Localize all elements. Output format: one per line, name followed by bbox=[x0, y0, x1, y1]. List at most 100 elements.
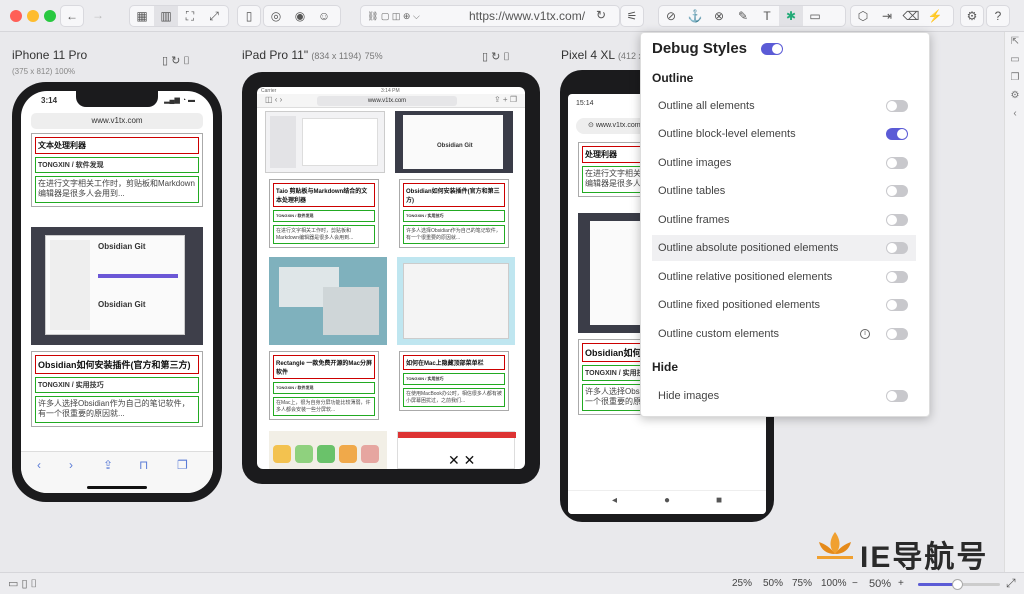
share-icon[interactable]: ⇪ bbox=[103, 458, 113, 472]
screenshot-icon[interactable]: ⌷ bbox=[183, 55, 193, 67]
info-icon[interactable]: i bbox=[860, 329, 870, 339]
toggle-switch[interactable] bbox=[886, 390, 908, 402]
zoom-75[interactable]: 75% bbox=[792, 578, 812, 589]
post-tag[interactable]: TONGXIN / 软件发现 bbox=[273, 382, 375, 394]
sign-in-icon[interactable]: ⇥ bbox=[875, 6, 899, 26]
post-tag[interactable]: TONGXIN / 实用技巧 bbox=[403, 210, 505, 222]
collapse-chevron-icon[interactable]: ‹ bbox=[1009, 108, 1021, 120]
reload-button[interactable]: ↻ bbox=[589, 5, 613, 27]
zoom-in-button[interactable]: + bbox=[898, 578, 904, 589]
post-tag[interactable]: TONGXIN / 软件发现 bbox=[35, 157, 199, 173]
fit-screen-icon[interactable]: ⤢ bbox=[1006, 576, 1016, 591]
forward-icon[interactable]: › bbox=[69, 458, 73, 472]
post-tag[interactable]: TONGXIN / 实用技巧 bbox=[35, 376, 199, 393]
rotate-device-icon[interactable]: ▯ bbox=[482, 51, 491, 63]
horizontal-layout-icon[interactable]: ▥ bbox=[154, 6, 178, 26]
rotate-device-icon[interactable]: ▯ bbox=[162, 55, 171, 67]
toggle-switch[interactable] bbox=[886, 242, 908, 254]
url-text[interactable]: https://www.v1tx.com/ bbox=[469, 6, 585, 26]
option-outline-all[interactable]: Outline all elements bbox=[652, 93, 916, 119]
minimize-window-button[interactable] bbox=[27, 10, 39, 22]
toggle-switch[interactable] bbox=[886, 271, 908, 283]
window-icon[interactable]: ▭ bbox=[1009, 54, 1021, 66]
zoom-slider[interactable] bbox=[918, 579, 1000, 590]
android-home-icon[interactable]: ● bbox=[664, 495, 670, 506]
lightning-icon[interactable]: ⚡ bbox=[923, 6, 947, 26]
zoom-window-button[interactable] bbox=[44, 10, 56, 22]
post-tag[interactable]: TONGXIN / 软件发现 bbox=[273, 210, 375, 222]
option-outline-frames[interactable]: Outline frames bbox=[652, 207, 916, 233]
zoom-100[interactable]: 100% bbox=[821, 578, 847, 589]
settings-sliders-button[interactable]: ⚟ bbox=[620, 5, 644, 27]
back-icon[interactable]: ‹ bbox=[37, 458, 41, 472]
option-outline-custom[interactable]: Outline custom elements i bbox=[652, 321, 916, 347]
option-outline-fixed[interactable]: Outline fixed positioned elements bbox=[652, 292, 916, 318]
address-bar[interactable]: www.v1tx.com bbox=[31, 113, 203, 129]
grid-layout-icon[interactable]: ▦ bbox=[130, 6, 154, 26]
debug-styles-master-toggle[interactable] bbox=[761, 43, 783, 55]
back-button[interactable]: ← bbox=[60, 5, 84, 27]
pen-icon[interactable]: ✎ bbox=[731, 6, 755, 26]
circle-x-icon[interactable]: ⊗ bbox=[707, 6, 731, 26]
ipad-post-card[interactable]: Rectangle 一款免费开源的Mac分屏软件 TONGXIN / 软件发现 … bbox=[269, 351, 379, 420]
toggle-switch[interactable] bbox=[886, 128, 908, 140]
device-icon-button[interactable]: ▯ bbox=[237, 5, 261, 27]
ipad-thumb-4[interactable] bbox=[397, 257, 515, 345]
eye-icon[interactable]: ◉ bbox=[288, 6, 312, 26]
option-outline-block[interactable]: Outline block-level elements bbox=[652, 121, 916, 147]
toggle-switch[interactable] bbox=[886, 214, 908, 226]
anchor-icon[interactable]: ⚓ bbox=[683, 6, 707, 26]
settings-small-icon[interactable]: ⚙ bbox=[1009, 90, 1021, 102]
help-button[interactable]: ? bbox=[986, 5, 1010, 27]
url-bar[interactable]: ⛓ ▢ ◫ ⊕ ⌵ https://www.v1tx.com/ bbox=[360, 5, 620, 27]
toggle-switch[interactable] bbox=[886, 299, 908, 311]
zoom-25[interactable]: 25% bbox=[732, 578, 752, 589]
zoom-out-button[interactable]: − bbox=[852, 578, 858, 589]
ipad-nav-icons[interactable]: ◫ ‹ › bbox=[265, 95, 282, 104]
focus-icon[interactable]: ⛶ bbox=[178, 6, 202, 26]
bug-icon[interactable]: ✱ bbox=[779, 6, 803, 26]
ipad-thumb-3[interactable] bbox=[269, 257, 387, 345]
bottom-left-icons[interactable]: ▭ ▯ ⌷ bbox=[8, 577, 37, 591]
close-window-button[interactable] bbox=[10, 10, 22, 22]
drive-icon[interactable]: ▭ bbox=[803, 6, 827, 26]
compass-icon[interactable]: ⊘ bbox=[659, 6, 683, 26]
refresh-device-icon[interactable]: ↻ bbox=[491, 51, 503, 63]
option-outline-images[interactable]: Outline images bbox=[652, 150, 916, 176]
ipad-thumb-6[interactable]: ✕ ✕ bbox=[397, 431, 516, 469]
eraser-icon[interactable]: ⌫ bbox=[899, 6, 923, 26]
zoom-50[interactable]: 50% bbox=[763, 578, 783, 589]
ipad-post-card[interactable]: Obsidian如何安装插件(官方和第三方) TONGXIN / 实用技巧 许多… bbox=[399, 179, 509, 248]
post-thumbnail[interactable]: Obsidian Git Obsidian Git bbox=[31, 226, 203, 345]
ipad-address-bar[interactable]: www.v1tx.com bbox=[317, 96, 457, 106]
expand-icon[interactable]: ⤢ bbox=[202, 6, 226, 26]
toggle-switch[interactable] bbox=[886, 185, 908, 197]
cube-icon[interactable]: ⬡ bbox=[851, 6, 875, 26]
toggle-switch[interactable] bbox=[886, 157, 908, 169]
post-card[interactable]: 文本处理利器 TONGXIN / 软件发现 在进行文字相关工作时，剪贴板和Mar… bbox=[31, 133, 203, 207]
android-back-icon[interactable]: ◂ bbox=[612, 495, 617, 506]
ipad-post-card[interactable]: 如何在Mac上隐藏顶部菜单栏 TONGXIN / 实用技巧 在使用MacBook… bbox=[399, 351, 509, 411]
ipad-thumb-1[interactable] bbox=[265, 111, 385, 173]
tabs-icon[interactable]: ❐ bbox=[177, 458, 188, 472]
ipad-action-icons[interactable]: ⇪ + ❐ bbox=[494, 95, 517, 104]
option-hide-images[interactable]: Hide images bbox=[652, 383, 916, 409]
ipad-thumb-2[interactable]: Obsidian Git bbox=[395, 111, 513, 173]
zoom-slider-handle[interactable] bbox=[952, 579, 963, 590]
text-icon[interactable]: T bbox=[755, 6, 779, 26]
gear-button[interactable]: ⚙ bbox=[960, 5, 984, 27]
external-link-icon[interactable]: ⇱ bbox=[1009, 36, 1021, 48]
user-icon[interactable]: ☺ bbox=[312, 6, 336, 26]
android-recents-icon[interactable]: ■ bbox=[716, 495, 722, 506]
option-outline-tables[interactable]: Outline tables bbox=[652, 178, 916, 204]
option-outline-absolute[interactable]: Outline absolute positioned elements bbox=[652, 235, 916, 261]
camera-aperture-icon[interactable]: ◎ bbox=[264, 6, 288, 26]
toggle-switch[interactable] bbox=[886, 100, 908, 112]
screenshot-icon[interactable]: ⌷ bbox=[503, 51, 513, 63]
bookmarks-icon[interactable]: ⊓ bbox=[139, 458, 148, 472]
refresh-device-icon[interactable]: ↻ bbox=[171, 55, 183, 67]
toggle-switch[interactable] bbox=[886, 328, 908, 340]
forward-button[interactable]: → bbox=[86, 5, 110, 27]
ipad-post-card[interactable]: Taio 剪贴板与Markdown结合的文本处理利器 TONGXIN / 软件发… bbox=[269, 179, 379, 248]
copy-icon[interactable]: ❐ bbox=[1009, 72, 1021, 84]
